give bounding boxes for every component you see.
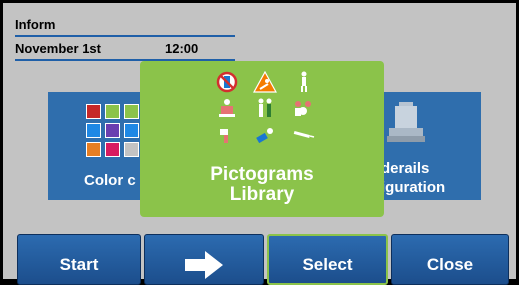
time-text: 12:00 [165, 41, 199, 56]
color-swatch [105, 104, 120, 119]
color-tile-label: Color c [84, 172, 136, 189]
caregivers-icon [295, 101, 311, 116]
color-swatch [124, 123, 139, 138]
color-swatch [86, 123, 101, 138]
close-button[interactable]: Close [391, 234, 509, 285]
arrow-right-icon [185, 250, 223, 279]
popup-title: Pictograms Library [140, 165, 384, 205]
patient-in-bed-icon [219, 99, 235, 117]
title-divider [15, 35, 235, 37]
datetime: November 1st 12:00 [15, 41, 235, 56]
siderails-tile-label-2: iguration [381, 179, 446, 196]
page-title: Inform [15, 17, 56, 32]
color-swatch [86, 104, 101, 119]
standing-person-icon [301, 71, 307, 92]
color-swatch [124, 104, 139, 119]
date-text: November 1st [15, 41, 101, 56]
medication-icon [256, 128, 273, 144]
color-swatch [105, 142, 120, 157]
no-phone-icon [216, 71, 238, 93]
syringe-icon [293, 130, 315, 139]
next-button[interactable] [144, 234, 264, 285]
header: Inform November 1st 12:00 [15, 13, 235, 61]
popup-title-line-1: Pictograms [210, 164, 314, 185]
screen: Inform November 1st 12:00 Color c derail… [0, 0, 519, 285]
pictograms-library-popup[interactable]: Pictograms Library [140, 61, 384, 217]
group-standing-icon [258, 98, 272, 117]
start-button[interactable]: Start [17, 234, 141, 285]
fall-warning-icon [253, 71, 277, 93]
close-button-label: Close [426, 254, 474, 274]
hand-hygiene-icon [220, 129, 228, 143]
select-button-label: Select [302, 254, 353, 274]
siderails-tile-label-1: derails [381, 160, 430, 177]
color-palette-icon [86, 104, 139, 157]
color-swatch [105, 123, 120, 138]
start-button-label: Start [59, 254, 99, 274]
popup-title-line-2: Library [229, 184, 295, 205]
color-swatch [124, 142, 139, 157]
bed-icon [387, 102, 425, 142]
color-swatch [86, 142, 101, 157]
select-button[interactable]: Select [267, 234, 388, 285]
pictogram-grid [215, 71, 315, 149]
